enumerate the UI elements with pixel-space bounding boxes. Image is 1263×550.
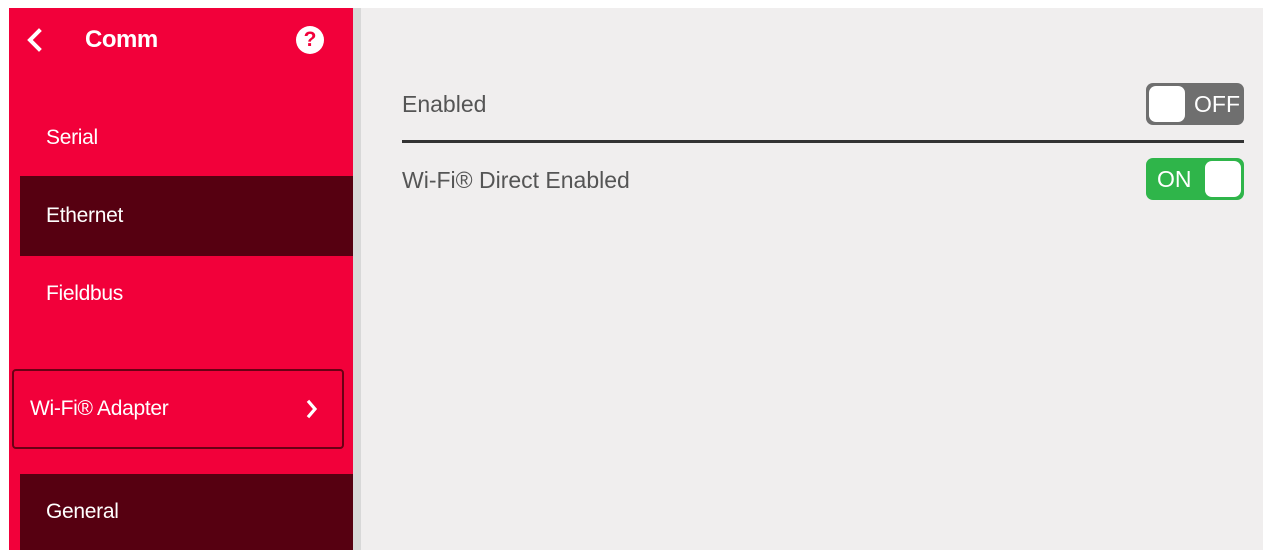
enabled-toggle[interactable]: OFF [1146,83,1244,125]
toggle-state-text: ON [1157,166,1192,192]
sidebar-item-serial[interactable]: Serial [20,98,353,178]
sidebar-item-label: Fieldbus [46,282,123,305]
sidebar-item-fieldbus[interactable]: Fieldbus [20,254,353,334]
setting-label: Wi-Fi® Direct Enabled [402,167,630,193]
sidebar-item-label: Serial [46,126,98,149]
sidebar-item-label: General [46,500,119,523]
settings-panel: Enabled OFF Wi-Fi® Direct Enabled ON [361,8,1263,550]
setting-label: Enabled [402,91,487,117]
chevron-left-icon[interactable] [25,28,45,52]
sidebar-item-ethernet[interactable]: Ethernet [20,176,353,256]
setting-row-enabled: Enabled OFF [402,68,1244,140]
help-icon[interactable]: ? [296,26,324,54]
sidebar-item-general[interactable]: General [20,474,353,550]
toggle-knob [1205,161,1241,197]
sidebar-header: Comm ? [9,8,353,72]
setting-row-wifi-direct: Wi-Fi® Direct Enabled ON [402,144,1244,216]
sidebar-divider [353,8,361,550]
sidebar-item-label: Ethernet [46,204,123,227]
divider [402,140,1244,143]
app-window: Comm ? Serial Ethernet Fieldbus Wi-Fi® A… [9,8,1263,550]
wifi-direct-toggle[interactable]: ON [1146,158,1244,200]
sidebar-item-label: Wi-Fi® Adapter [30,397,169,420]
toggle-state-text: OFF [1194,91,1240,117]
chevron-right-icon [306,399,318,419]
toggle-knob [1149,86,1185,122]
sidebar-item-wifi-adapter[interactable]: Wi-Fi® Adapter [12,369,344,449]
sidebar: Comm ? Serial Ethernet Fieldbus Wi-Fi® A… [9,8,353,550]
page-title: Comm [85,26,158,53]
